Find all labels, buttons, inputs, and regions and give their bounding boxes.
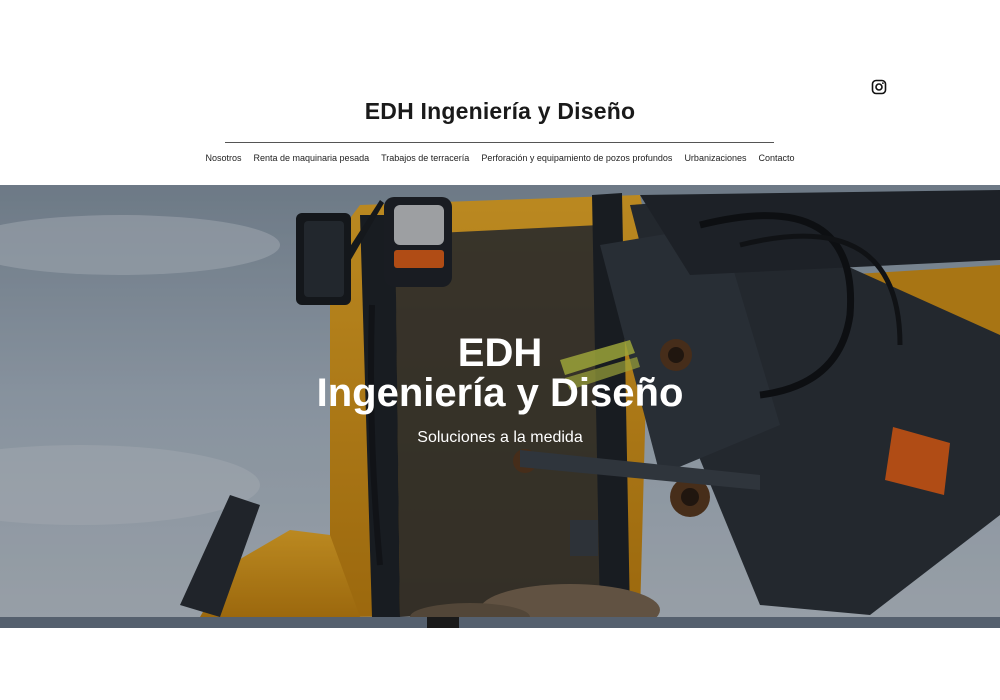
nav-item-perforacion-pozos[interactable]: Perforación y equipamiento de pozos prof…	[481, 153, 672, 163]
site-title[interactable]: EDH Ingeniería y Diseño	[0, 98, 1000, 125]
hero-title-line2: Ingeniería y Diseño	[316, 371, 684, 415]
nav-item-contacto[interactable]: Contacto	[758, 153, 794, 163]
nav-item-terraceria[interactable]: Trabajos de terracería	[381, 153, 469, 163]
header-divider	[225, 142, 774, 143]
site-header: EDH Ingeniería y Diseño Nosotros Renta d…	[0, 0, 1000, 185]
hero-heading-block: EDH Ingeniería y Diseño Soluciones a la …	[0, 333, 1000, 447]
nav-item-urbanizaciones[interactable]: Urbanizaciones	[684, 153, 746, 163]
main-nav: Nosotros Renta de maquinaria pesada Trab…	[0, 153, 1000, 163]
hero-bottom-strip	[0, 617, 1000, 628]
nav-item-nosotros[interactable]: Nosotros	[205, 153, 241, 163]
hero-banner: EDH Ingeniería y Diseño Soluciones a la …	[0, 185, 1000, 617]
nav-item-renta-maquinaria[interactable]: Renta de maquinaria pesada	[254, 153, 370, 163]
strip-dark-segment	[427, 617, 459, 628]
instagram-icon[interactable]	[871, 79, 887, 95]
hero-title-line1: EDH	[457, 331, 543, 375]
hero-subtitle: Soluciones a la medida	[417, 429, 583, 446]
